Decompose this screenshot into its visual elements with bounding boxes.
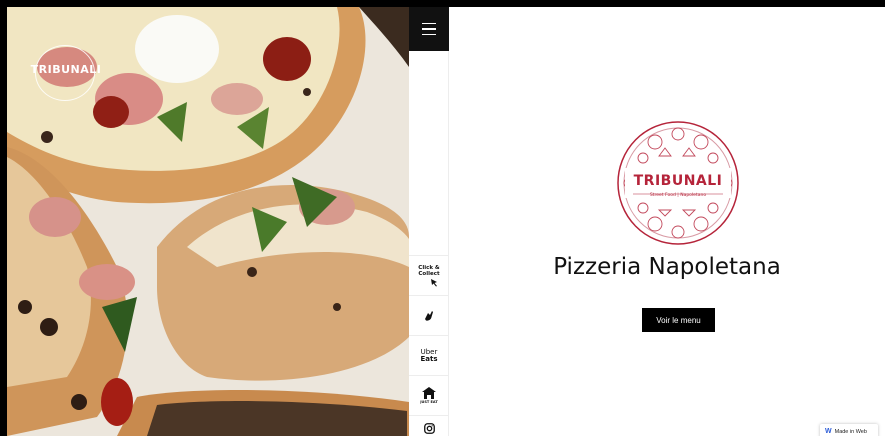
hamburger-icon: [422, 22, 436, 25]
brand-logo: TRIBUNALI Street Food | Napoletano: [615, 120, 741, 246]
just-eat-house-icon: [422, 387, 436, 399]
menu-button[interactable]: [409, 7, 449, 51]
just-eat-link[interactable]: JUST EAT: [409, 375, 449, 415]
delivery-link[interactable]: [409, 295, 449, 335]
main-content: TRIBUNALI Street Food | Napoletano Pizze…: [449, 7, 885, 436]
brand-logo-text: TRIBUNALI: [633, 173, 723, 189]
just-eat-label: JUST EAT: [420, 400, 438, 404]
eats-label: Eats: [420, 354, 438, 363]
page: TRIBUNALI Click & Collect Uber Eats JUST…: [7, 7, 885, 436]
side-nav: Click & Collect Uber Eats JUST EAT: [409, 7, 449, 436]
made-in-web-badge[interactable]: W Made in Web: [820, 424, 878, 436]
browser-frame: TRIBUNALI Click & Collect Uber Eats JUST…: [0, 0, 885, 436]
delivery-hand-icon: [425, 310, 433, 321]
view-menu-button[interactable]: Voir le menu: [642, 308, 715, 332]
instagram-icon: [423, 423, 435, 434]
uber-eats-link[interactable]: Uber Eats: [409, 335, 449, 375]
instagram-link[interactable]: [409, 415, 449, 436]
hero-logo-text: TRIBUNALI: [30, 63, 102, 76]
page-title: Pizzeria Napoletana: [553, 254, 781, 280]
hero-image: TRIBUNALI: [7, 7, 409, 436]
w-logo-icon: W: [825, 428, 832, 435]
hero-logo: TRIBUNALI: [29, 45, 103, 101]
made-in-web-label: Made in Web: [834, 428, 867, 435]
brand-tagline: Street Food | Napoletano: [649, 193, 707, 198]
